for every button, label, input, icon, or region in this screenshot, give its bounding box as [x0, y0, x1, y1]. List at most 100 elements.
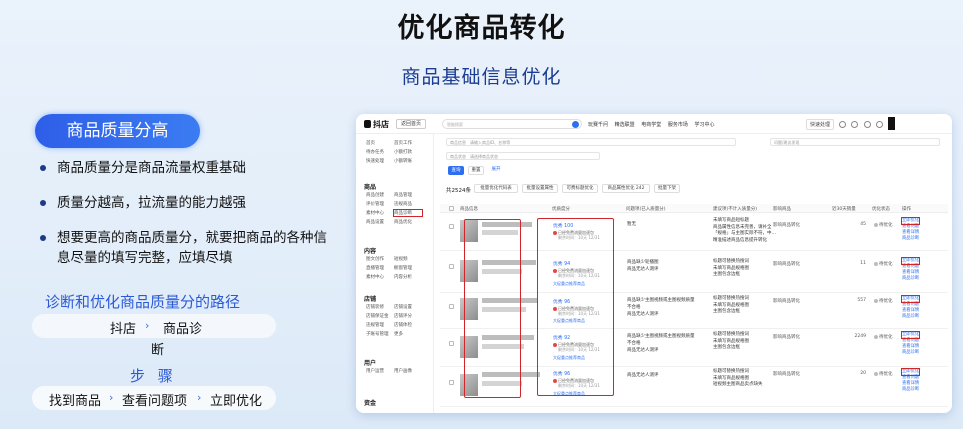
path-step-store: 抖店	[110, 322, 137, 337]
sales-count: 11	[860, 261, 866, 266]
sidebar-item[interactable]: 直播管理	[366, 265, 394, 271]
sidebar-section-store[interactable]: 店铺	[364, 294, 376, 303]
impact-text: 影响商品转化	[773, 299, 800, 304]
sidebar-item[interactable]: 用户画像	[394, 368, 422, 374]
sidebar-item[interactable]: 内容分析	[394, 274, 422, 280]
slide-subtitle: 商品基础信息优化	[401, 66, 562, 88]
top-nav-item[interactable]: 电商学堂	[641, 122, 661, 128]
query-button[interactable]: 查询	[448, 166, 464, 175]
impact-text: 影响商品转化	[773, 223, 800, 228]
sidebar-item[interactable]: 橱窗管理	[394, 265, 422, 271]
diagnose-link[interactable]: 商品诊断	[902, 236, 919, 242]
impact-text: 影响商品转化	[773, 262, 800, 267]
sidebar-item[interactable]: 商品管理	[394, 192, 422, 198]
batch-button[interactable]: 批量设置属性	[522, 184, 558, 193]
bullet-dot-icon	[40, 235, 46, 241]
step-view-issues: 查看问题项	[122, 394, 188, 409]
batch-button[interactable]: 批量下架	[654, 184, 680, 193]
sidebar-section-funds[interactable]: 资金	[364, 398, 376, 407]
sidebar-item[interactable]: 子账号管理	[366, 331, 394, 337]
top-nav-item[interactable]: 玩赛千问	[588, 122, 608, 128]
row-checkbox[interactable]	[449, 380, 454, 385]
message-icon[interactable]	[851, 121, 859, 128]
sidebar-item[interactable]: 素材中心	[366, 274, 394, 280]
sidebar-item[interactable]: 更多	[394, 331, 422, 337]
app-screenshot: 抖店 返回首页 智能搜索 玩赛千问 精选联盟 电商学堂 服务市场 学习中心 快速…	[356, 114, 952, 413]
top-nav-item[interactable]: 学习中心	[694, 122, 714, 128]
chevron-right-icon: ›	[145, 319, 150, 332]
quick-process-button[interactable]: 快速处理	[806, 119, 835, 130]
batch-button[interactable]: 商品属性优化 242	[602, 184, 650, 193]
sidebar-item[interactable]: 短视频	[394, 256, 422, 262]
sidebar-item[interactable]: 小额转账	[394, 158, 422, 164]
row-checkbox[interactable]	[449, 341, 454, 346]
bullet-text: 想要更高的商品质量分，就要把商品的各种信息尽量的填写完整，应填尽填	[57, 230, 327, 266]
sidebar-item[interactable]: 用户运营	[366, 368, 394, 374]
bell-icon[interactable]	[838, 121, 846, 128]
sidebar-item[interactable]: 首页	[366, 140, 394, 146]
help-icon[interactable]	[863, 121, 871, 128]
app-logo[interactable]: 抖店	[364, 119, 389, 130]
sidebar-user-items: 用户运营 用户画像	[366, 368, 422, 374]
select-all-checkbox[interactable]	[449, 206, 454, 211]
sidebar-item[interactable]: 首页工作	[394, 140, 422, 146]
sidebar-item[interactable]: 素材中心	[366, 210, 394, 216]
sidebar-item-product-diagnosis[interactable]: 商品诊断	[393, 209, 423, 217]
sidebar-item[interactable]: 店铺装修	[366, 304, 394, 310]
sidebar-store-items: 店铺装修 店铺设置 店铺保证金 店铺评分 违规管理 店铺体检 子账号管理 更多	[366, 304, 422, 337]
batch-button[interactable]: 可费标题优化	[562, 184, 598, 193]
sidebar-item[interactable]: 店铺体检	[394, 322, 422, 328]
sidebar-item[interactable]: 店铺设置	[394, 304, 422, 310]
sidebar-item[interactable]: 图文创作	[366, 256, 394, 262]
sidebar-item[interactable]: 评价管理	[366, 201, 394, 207]
sidebar-item[interactable]: 商品优化	[394, 219, 422, 225]
account-avatar[interactable]	[888, 117, 895, 130]
sidebar-item[interactable]: 违规管理	[366, 322, 394, 328]
top-nav: 玩赛千问 精选联盟 电商学堂 服务市场 学习中心	[588, 121, 719, 128]
total-count: 共2524条	[446, 188, 471, 194]
settings-icon[interactable]	[876, 121, 884, 128]
diagnose-link[interactable]: 商品诊断	[902, 276, 919, 282]
score-column-highlight	[464, 219, 521, 398]
column-header: 近30天销量	[832, 207, 856, 212]
problem-items: 暂无	[627, 222, 636, 227]
reset-button[interactable]: 重置	[468, 166, 484, 175]
bullet-dot-icon	[40, 200, 46, 206]
sidebar-item[interactable]: 违规商品	[394, 201, 422, 207]
row-checkbox[interactable]	[449, 304, 454, 309]
top-nav-item[interactable]: 服务市场	[668, 122, 688, 128]
diagnose-link[interactable]: 商品诊断	[902, 350, 919, 356]
bullet-item: 想要更高的商品质量分，就要把商品的各种信息尽量的填写完整，应填尽填	[38, 228, 338, 268]
sidebar-shortcuts: 首页 首页工作 待办任务 小额打款 快速处理 小额转账	[366, 140, 422, 164]
search-icon[interactable]	[572, 121, 579, 128]
search-input[interactable]: 智能搜索	[442, 119, 582, 129]
status-dot-icon	[874, 222, 878, 227]
diagnose-link[interactable]: 商品诊断	[902, 314, 919, 320]
top-nav-item[interactable]: 精选联盟	[615, 122, 635, 128]
sidebar-section-product[interactable]: 商品	[364, 182, 376, 191]
sidebar-item[interactable]: 待办任务	[366, 149, 394, 155]
product-info-field[interactable]: 商品信息 请输入商品ID、名称等	[446, 138, 736, 146]
batch-button[interactable]: 批量优化代码表	[474, 184, 518, 193]
expand-button[interactable]: 展开	[488, 166, 504, 175]
back-home-button[interactable]: 返回首页	[396, 119, 426, 129]
sidebar-item[interactable]: 商品设置	[366, 219, 394, 225]
sidebar-section-content[interactable]: 内容	[364, 246, 376, 255]
sidebar-item[interactable]: 商品创建	[366, 192, 394, 198]
problem-items: 商品缺少主图视频或主图视频质量不合格 商品无达人测评	[627, 334, 695, 353]
diagnose-link[interactable]: 商品诊断	[902, 387, 919, 393]
issue-filter-field[interactable]: 问题/建议发现	[770, 138, 940, 146]
product-status-field[interactable]: 商品状态 请选择商品状态	[446, 152, 600, 160]
sidebar-item[interactable]: 店铺保证金	[366, 313, 394, 319]
sidebar-item[interactable]: 小额打款	[394, 149, 422, 155]
sidebar-item[interactable]: 店铺评分	[394, 313, 422, 319]
row-actions: 立即优化 查看问题 查看详情 商品诊断	[900, 368, 921, 393]
row-checkbox[interactable]	[449, 264, 454, 269]
path-title: 诊断和优化商品质量分的路径	[45, 293, 241, 311]
steps-title: 步 骤	[130, 367, 177, 385]
bullet-item: 商品质量分是商品流量权重基础	[38, 158, 338, 178]
status-dot-icon	[874, 261, 878, 266]
sidebar-item[interactable]: 快速处理	[366, 158, 394, 164]
sidebar-section-user[interactable]: 用户	[364, 358, 376, 367]
row-checkbox[interactable]	[449, 224, 454, 229]
